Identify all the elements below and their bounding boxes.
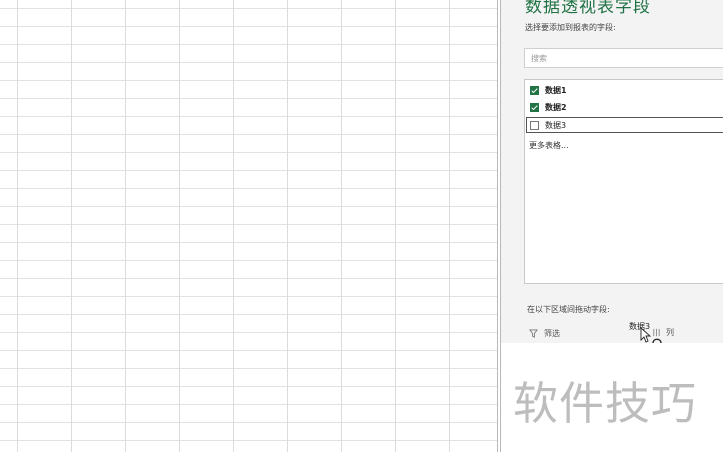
spreadsheet-grid[interactable] — [0, 0, 500, 452]
watermark: 软件技巧 — [513, 377, 698, 430]
field-item-1[interactable]: 数据1 — [527, 82, 723, 98]
pivot-field-pane: 数据透视表字段 选择要添加到报表的字段: 数据1 数据2 数据3 更多表格...… — [501, 0, 723, 343]
field-label: 数据2 — [545, 102, 567, 112]
filter-icon — [529, 329, 538, 338]
pane-title: 数据透视表字段 — [525, 0, 651, 17]
mouse-cursor-icon — [640, 327, 662, 343]
checkbox-checked[interactable] — [530, 102, 539, 112]
checkbox-checked[interactable] — [530, 85, 539, 95]
field-list: 数据1 数据2 数据3 更多表格... — [524, 79, 723, 284]
pane-subtitle: 选择要添加到报表的字段: — [525, 23, 616, 32]
field-label: 数据1 — [545, 85, 567, 95]
field-item-2[interactable]: 数据2 — [527, 99, 723, 115]
field-label: 数据3 — [545, 120, 567, 130]
search-box — [524, 48, 723, 68]
filter-area[interactable]: 筛选 — [529, 328, 560, 339]
more-tables-link[interactable]: 更多表格... — [529, 140, 569, 151]
filter-label: 筛选 — [544, 329, 560, 338]
search-input[interactable] — [525, 49, 723, 67]
drag-hint: 在以下区域间拖动字段: — [527, 305, 610, 314]
column-label: 列 — [666, 328, 674, 337]
field-item-3[interactable]: 数据3 — [526, 117, 723, 133]
checkbox-unchecked[interactable] — [530, 120, 539, 130]
